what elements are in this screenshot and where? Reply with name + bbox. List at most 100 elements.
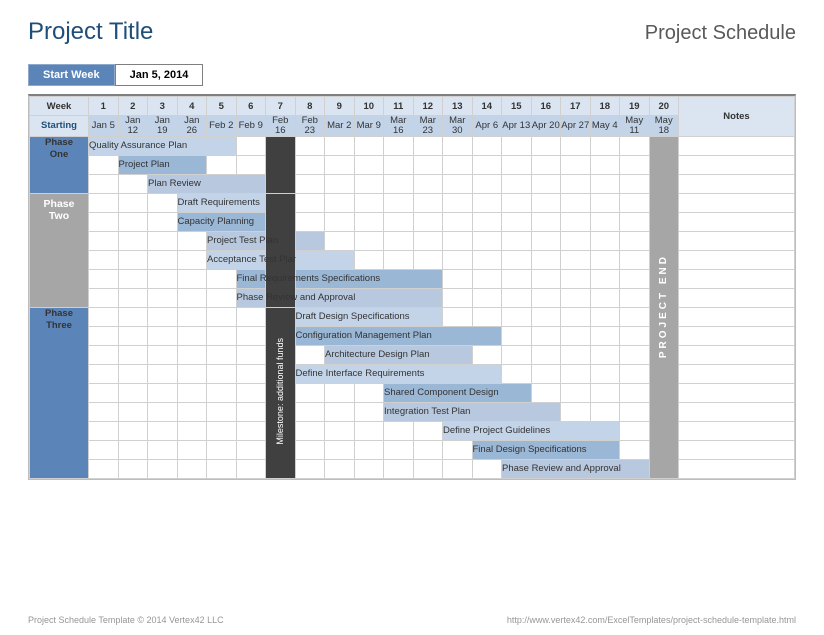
week-date: Jan 26 [177, 116, 207, 137]
table-row: Final Design Specifications [30, 440, 795, 459]
week-num: 16 [531, 97, 561, 116]
notes-cell[interactable] [679, 193, 795, 212]
phase-three: Phase Three [30, 307, 89, 478]
notes-cell[interactable] [679, 459, 795, 478]
notes-cell[interactable] [679, 136, 795, 155]
table-row: Define Interface Requirements [30, 364, 795, 383]
task-bar[interactable]: Draft Design Specifications [295, 307, 443, 326]
week-date: May 4 [590, 116, 620, 137]
table-row: Architecture Design Plan [30, 345, 795, 364]
week-num: 7 [266, 97, 296, 116]
week-num: 5 [207, 97, 237, 116]
week-num: 1 [89, 97, 119, 116]
notes-cell[interactable] [679, 421, 795, 440]
notes-cell[interactable] [679, 250, 795, 269]
phase-label: Two [49, 210, 69, 222]
phase-label: One [50, 149, 68, 160]
footer-link[interactable]: http://www.vertex42.com/ExcelTemplates/p… [507, 615, 796, 625]
week-num: 2 [118, 97, 148, 116]
week-num: 17 [561, 97, 591, 116]
task-bar[interactable]: Shared Component Design [384, 383, 532, 402]
week-num: 4 [177, 97, 207, 116]
notes-cell[interactable] [679, 174, 795, 193]
notes-cell[interactable] [679, 440, 795, 459]
notes-cell[interactable] [679, 364, 795, 383]
notes-cell[interactable] [679, 231, 795, 250]
task-bar[interactable]: Phase Review and Approval [502, 459, 650, 478]
phase-two: Phase Two [30, 193, 89, 307]
notes-cell[interactable] [679, 288, 795, 307]
start-week-value[interactable]: Jan 5, 2014 [115, 64, 204, 86]
task-bar[interactable]: Architecture Design Plan [325, 345, 473, 364]
week-num: 19 [620, 97, 650, 116]
task-bar[interactable]: Final Requirements Specifications [236, 269, 266, 288]
task-bar[interactable]: Define Project Guidelines [443, 421, 620, 440]
week-num: 12 [413, 97, 443, 116]
table-row: Project Test Plan [30, 231, 795, 250]
week-date: Mar 30 [443, 116, 473, 137]
phase-one: Phase One [30, 136, 89, 193]
week-date: May 18 [649, 116, 679, 137]
week-num: 6 [236, 97, 266, 116]
header-week: Week [30, 97, 89, 116]
notes-cell[interactable] [679, 307, 795, 326]
week-num: 14 [472, 97, 502, 116]
task-bar[interactable]: Integration Test Plan [384, 402, 561, 421]
week-date: Apr 27 [561, 116, 591, 137]
week-num: 13 [443, 97, 473, 116]
week-date: Feb 16 [266, 116, 296, 137]
page-heading: Project Schedule [645, 22, 796, 45]
task-bar[interactable]: Phase Review and Approval [236, 288, 266, 307]
table-row: Phase Review and Approval [30, 459, 795, 478]
table-row: Define Project Guidelines [30, 421, 795, 440]
notes-cell[interactable] [679, 326, 795, 345]
week-date: Apr 13 [502, 116, 532, 137]
table-row: Final Requirements Specifications [30, 269, 795, 288]
task-bar[interactable]: Quality Assurance Plan [89, 136, 237, 155]
week-date: Jan 5 [89, 116, 119, 137]
week-date: Mar 16 [384, 116, 414, 137]
table-row: Configuration Management Plan [30, 326, 795, 345]
task-bar[interactable]: Define Interface Requirements [295, 364, 502, 383]
task-bar[interactable]: Plan Review [148, 174, 266, 193]
notes-cell[interactable] [679, 212, 795, 231]
phase-label: Three [46, 320, 72, 331]
milestone-marker: Milestone: additional funds [275, 338, 285, 445]
week-date: Feb 23 [295, 116, 325, 137]
table-row: Phase One Quality Assurance Plan PROJECT… [30, 136, 795, 155]
phase-label: Phase [45, 308, 73, 319]
notes-cell[interactable] [679, 345, 795, 364]
notes-cell[interactable] [679, 155, 795, 174]
task-bar[interactable]: Configuration Management Plan [295, 326, 502, 345]
table-row: Integration Test Plan [30, 402, 795, 421]
task-bar[interactable]: Project Plan [118, 155, 207, 174]
week-num: 15 [502, 97, 532, 116]
week-num: 18 [590, 97, 620, 116]
notes-cell[interactable] [679, 402, 795, 421]
table-row: Acceptance Test Plan [30, 250, 795, 269]
footer-copyright: Project Schedule Template © 2014 Vertex4… [28, 615, 224, 625]
task-bar[interactable]: Final Design Specifications [472, 440, 620, 459]
week-num: 11 [384, 97, 414, 116]
task-bar[interactable]: Capacity Planning [177, 212, 266, 231]
gantt-chart: Week 1 2 3 4 5 6 7 8 9 10 11 12 13 14 15… [28, 94, 796, 480]
week-date: Apr 6 [472, 116, 502, 137]
week-date: Feb 2 [207, 116, 237, 137]
week-date: Jan 12 [118, 116, 148, 137]
week-date: Mar 9 [354, 116, 384, 137]
header-notes: Notes [679, 97, 795, 137]
notes-cell[interactable] [679, 269, 795, 288]
start-week-label: Start Week [28, 64, 115, 86]
table-row: Shared Component Design [30, 383, 795, 402]
task-bar[interactable]: Draft Requirements [177, 193, 266, 212]
task-bar[interactable]: Project Test Plan [207, 231, 266, 250]
phase-label: Phase [45, 137, 73, 148]
week-date: May 11 [620, 116, 650, 137]
phase-label: Phase [44, 198, 75, 210]
task-bar[interactable]: Acceptance Test Plan [207, 250, 266, 269]
week-num: 3 [148, 97, 178, 116]
table-row: Capacity Planning [30, 212, 795, 231]
table-row: Phase Three Milestone: additional funds … [30, 307, 795, 326]
notes-cell[interactable] [679, 383, 795, 402]
table-row: Phase Two Draft Requirements [30, 193, 795, 212]
